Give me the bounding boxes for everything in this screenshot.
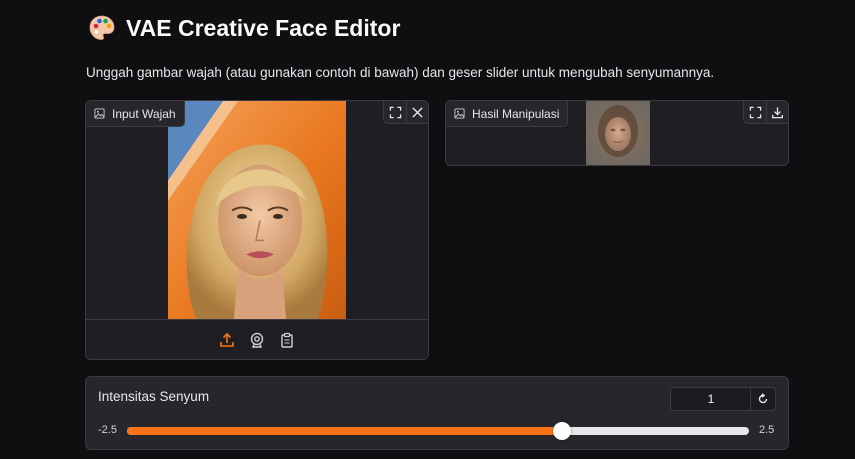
- output-image-panel: Hasil Manipulasi: [445, 100, 789, 166]
- output-face-image: [586, 101, 650, 165]
- palette-icon: [89, 15, 115, 40]
- fullscreen-button[interactable]: [384, 101, 406, 123]
- input-panel-label-text: Input Wajah: [112, 106, 176, 121]
- page-header: VAE Creative Face Editor: [88, 14, 400, 42]
- close-icon: [412, 106, 423, 118]
- upload-icon: [220, 332, 234, 347]
- reset-icon: [758, 393, 768, 404]
- page-description: Unggah gambar wajah (atau gunakan contoh…: [86, 65, 715, 80]
- input-panel-label: Input Wajah: [86, 101, 185, 127]
- slider-max-label: 2.5: [759, 424, 775, 436]
- input-panel-tools: [383, 101, 428, 124]
- image-source-bar: [86, 319, 428, 359]
- image-icon: [94, 108, 105, 119]
- output-panel-label-text: Hasil Manipulasi: [472, 106, 560, 121]
- slider-thumb[interactable]: [553, 422, 572, 440]
- slider-value-input[interactable]: [670, 387, 751, 411]
- image-icon: [454, 108, 465, 119]
- slider-track-fill: [127, 427, 563, 435]
- smile-intensity-slider-panel: Intensitas Senyum -2.5 2.5: [85, 376, 789, 450]
- fullscreen-button[interactable]: [744, 101, 766, 123]
- input-face-image: [168, 101, 346, 319]
- download-button[interactable]: [766, 101, 788, 123]
- output-panel-tools: [743, 101, 788, 124]
- input-image-panel[interactable]: Input Wajah: [85, 100, 429, 360]
- upload-button[interactable]: [217, 330, 237, 350]
- reset-button[interactable]: [750, 387, 776, 411]
- slider-label: Intensitas Senyum: [98, 389, 210, 404]
- clipboard-icon: [281, 332, 293, 348]
- input-image-area[interactable]: [86, 101, 428, 319]
- clear-image-button[interactable]: [406, 101, 428, 123]
- page-title: VAE Creative Face Editor: [126, 14, 401, 41]
- clipboard-button[interactable]: [277, 330, 297, 350]
- slider-track[interactable]: [127, 427, 749, 435]
- download-icon: [772, 106, 783, 118]
- fullscreen-icon: [749, 106, 761, 118]
- fullscreen-icon: [389, 106, 401, 118]
- output-panel-label: Hasil Manipulasi: [446, 101, 569, 127]
- webcam-button[interactable]: [247, 330, 267, 350]
- webcam-icon: [250, 332, 264, 348]
- slider-min-label: -2.5: [98, 424, 117, 436]
